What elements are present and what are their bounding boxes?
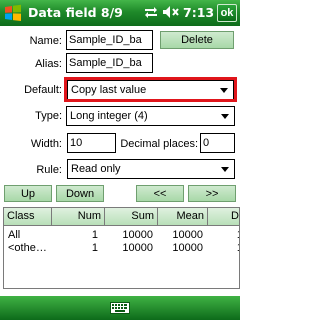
- table-header: Class Num Sum Mean D: [4, 208, 239, 226]
- type-label: Type:: [35, 110, 62, 122]
- status-icons[interactable]: [143, 5, 180, 19]
- chevron-down-icon: [221, 167, 229, 172]
- speaker-muted-icon[interactable]: [162, 5, 180, 19]
- width-label: Width:: [30, 138, 62, 150]
- next-button[interactable]: >>: [188, 185, 236, 202]
- highlight-box: [64, 77, 237, 102]
- column-header-class[interactable]: Class: [4, 208, 52, 226]
- chevron-down-icon: [221, 114, 229, 119]
- up-button[interactable]: Up: [4, 185, 52, 202]
- statistics-table[interactable]: Class Num Sum Mean D All 1 10000 10000 1…: [3, 207, 240, 289]
- type-dropdown-value: Long integer (4): [70, 110, 148, 122]
- default-label: Default:: [24, 84, 62, 96]
- table-cell: 1: [208, 228, 239, 242]
- title-bar: Data field 8/9 7:13 ok: [0, 0, 240, 26]
- down-button[interactable]: Down: [56, 185, 104, 202]
- previous-button[interactable]: <<: [136, 185, 184, 202]
- rule-dropdown-value: Read only: [71, 163, 121, 175]
- width-field[interactable]: 10: [67, 133, 116, 153]
- column-header-d[interactable]: D: [208, 208, 239, 226]
- alias-label: Alias:: [35, 58, 62, 70]
- name-label: Name:: [29, 35, 62, 47]
- table-cell: 10000: [122, 229, 153, 241]
- decimal-places-label: Decimal places:: [120, 138, 198, 150]
- delete-button[interactable]: Delete: [160, 31, 234, 49]
- name-field[interactable]: Sample_ID_ba: [66, 30, 153, 50]
- column-header-num[interactable]: Num: [52, 208, 105, 226]
- clock[interactable]: 7:13: [183, 5, 214, 20]
- window-title: Data field 8/9: [28, 5, 123, 20]
- bottom-bar: [0, 296, 240, 320]
- ok-button[interactable]: ok: [217, 4, 237, 22]
- table-cell: 1: [208, 241, 239, 255]
- table-cell: 10000: [172, 242, 203, 254]
- table-cell: <othe…: [8, 242, 47, 254]
- windows-logo-icon[interactable]: [4, 4, 22, 22]
- table-cell: 1: [91, 242, 98, 254]
- keyboard-icon[interactable]: [110, 302, 130, 314]
- rule-dropdown[interactable]: Read only: [67, 159, 235, 179]
- column-header-sum[interactable]: Sum: [105, 208, 158, 226]
- connectivity-icon[interactable]: [143, 5, 159, 19]
- decimal-places-field[interactable]: 0: [200, 133, 235, 153]
- column-header-mean[interactable]: Mean: [158, 208, 208, 226]
- type-dropdown[interactable]: Long integer (4): [66, 106, 235, 126]
- alias-field[interactable]: Sample_ID_ba: [66, 53, 153, 73]
- rule-label: Rule:: [36, 164, 62, 176]
- table-cell: All: [8, 229, 21, 241]
- table-cell: 10000: [172, 229, 203, 241]
- table-cell: 1: [91, 229, 98, 241]
- table-cell: 10000: [122, 242, 153, 254]
